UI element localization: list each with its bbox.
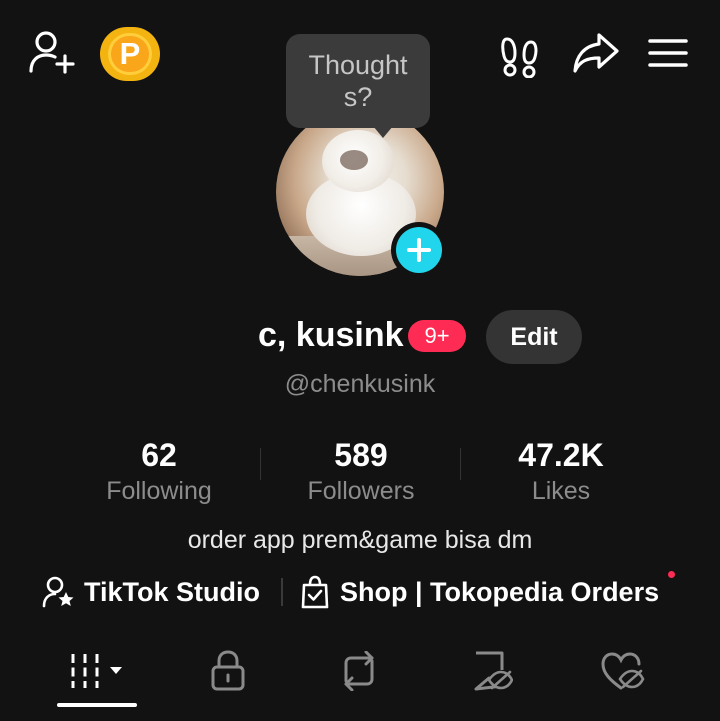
avatar-cat-face: [340, 150, 368, 170]
bubble-tail: [373, 126, 393, 138]
followers-count: 589: [334, 437, 388, 473]
active-tab-indicator: [57, 703, 137, 707]
following-count: 62: [141, 437, 177, 473]
tab-favorites[interactable]: [432, 642, 552, 700]
edit-profile-button[interactable]: Edit: [486, 310, 582, 364]
tab-videos[interactable]: [37, 642, 157, 700]
following-label: Following: [106, 477, 212, 505]
notification-badge[interactable]: 9+: [408, 320, 466, 352]
plus-icon: [396, 227, 442, 273]
user-star-icon: [42, 576, 76, 608]
shop-orders-link[interactable]: Shop | Tokopedia Orders: [300, 572, 659, 612]
footprints-icon[interactable]: [500, 36, 540, 78]
tiktok-studio-label: TikTok Studio: [84, 576, 261, 607]
stat-followers[interactable]: 589 Followers: [261, 436, 461, 506]
stat-following[interactable]: 62 Following: [59, 436, 259, 506]
stat-likes[interactable]: 47.2K Likes: [461, 436, 661, 506]
profile-bio: order app prem&game bisa dm: [187, 526, 533, 554]
lock-icon: [210, 650, 246, 692]
bubble-line-2: s?: [343, 82, 373, 112]
bubble-line-1: Thought: [308, 50, 408, 80]
tab-reposts[interactable]: [299, 642, 419, 700]
coin-icon[interactable]: P: [100, 27, 160, 81]
likes-label: Likes: [531, 477, 591, 505]
thoughts-bubble[interactable]: Thought s?: [286, 34, 430, 128]
coin-label: P: [108, 33, 152, 75]
liked-hidden-icon: [600, 651, 646, 691]
add-user-icon[interactable]: [28, 30, 76, 74]
tab-liked[interactable]: [563, 642, 683, 700]
tab-private[interactable]: [168, 642, 288, 700]
hamburger-menu-icon[interactable]: [648, 38, 688, 68]
followers-label: Followers: [307, 477, 415, 505]
likes-count: 47.2K: [518, 437, 604, 473]
links-divider: [281, 578, 283, 606]
profile-handle: @chenkusink: [284, 370, 436, 398]
shop-notification-dot: [668, 571, 675, 578]
share-arrow-icon[interactable]: [572, 32, 620, 74]
shop-orders-label: Shop | Tokopedia Orders: [340, 576, 660, 607]
shopping-bag-icon: [300, 575, 330, 609]
favorites-hidden-icon: [471, 650, 513, 692]
repost-icon: [338, 651, 380, 691]
tiktok-studio-link[interactable]: TikTok Studio: [42, 572, 260, 612]
videos-grid-icon: [68, 652, 126, 690]
add-story-button[interactable]: [391, 222, 447, 278]
profile-name: c, kusink: [258, 316, 404, 354]
